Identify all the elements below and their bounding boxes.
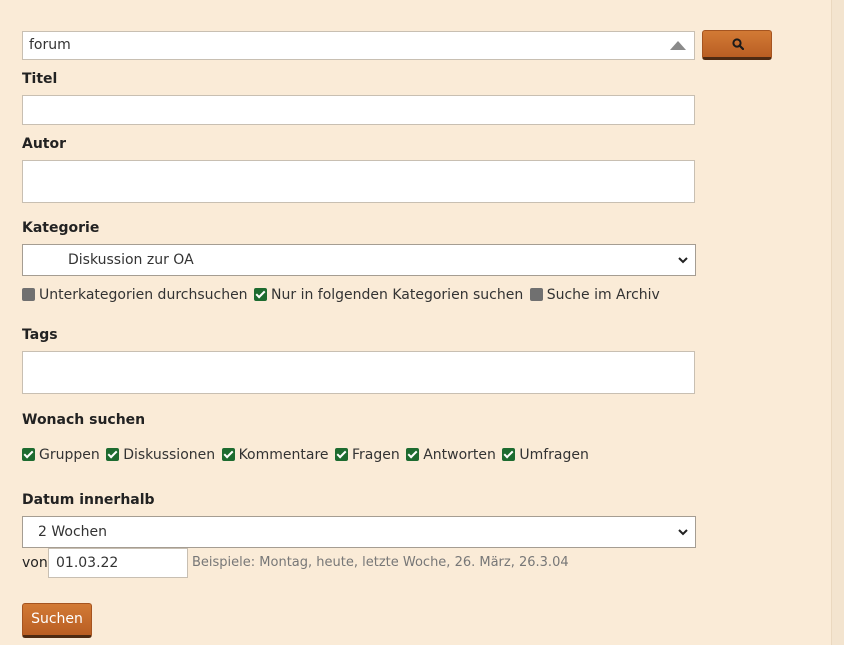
chevron-down-icon (678, 257, 688, 264)
category-options: Unterkategorien durchsuchen Nur in folge… (22, 287, 662, 303)
date-hint: Beispiele: Montag, heute, letzte Woche, … (192, 555, 569, 570)
date-label: Datum innerhalb (22, 492, 155, 508)
category-select-value: Diskussion zur OA (68, 252, 194, 268)
checkbox-polls[interactable]: Umfragen (502, 447, 589, 463)
checkbox-label: Diskussionen (123, 447, 216, 463)
checkbox-box[interactable] (529, 288, 543, 301)
from-date-input[interactable]: 01.03.22 (48, 548, 188, 578)
checkbox-label: Suche im Archiv (546, 287, 660, 303)
checkbox-box[interactable] (221, 448, 235, 461)
page-right-edge (831, 0, 844, 645)
checkbox-questions[interactable]: Fragen (334, 447, 400, 463)
author-input[interactable] (22, 160, 695, 203)
checkbox-groups[interactable]: Gruppen (22, 447, 100, 463)
tags-input[interactable] (22, 351, 695, 394)
search-type-options: Gruppen Diskussionen Kommentare Fragen A… (22, 447, 591, 463)
category-label: Kategorie (22, 220, 100, 236)
from-label: von (22, 555, 48, 571)
checkbox-label: Kommentare (238, 447, 329, 463)
from-date-value: 01.03.22 (56, 555, 119, 571)
date-range-select[interactable]: 2 Wochen (22, 516, 696, 548)
title-input[interactable] (22, 95, 695, 125)
search-type-label: Wonach suchen (22, 412, 146, 428)
category-select[interactable]: Diskussion zur OA (22, 244, 696, 276)
checkbox-comments[interactable]: Kommentare (221, 447, 329, 463)
checkbox-box[interactable] (334, 448, 348, 461)
chevron-down-icon (678, 529, 688, 536)
date-range-value: 2 Wochen (38, 524, 108, 540)
checkbox-label: Gruppen (39, 447, 100, 463)
search-icon (732, 38, 744, 50)
checkbox-box[interactable] (22, 288, 35, 301)
checkbox-label: Unterkategorien durchsuchen (39, 287, 248, 303)
tags-label: Tags (22, 327, 58, 343)
checkbox-box[interactable] (22, 448, 35, 461)
search-button[interactable] (702, 30, 772, 60)
checkbox-discussions[interactable]: Diskussionen (106, 447, 215, 463)
search-input[interactable]: forum (22, 31, 695, 60)
checkbox-box[interactable] (406, 448, 420, 461)
author-label: Autor (22, 136, 67, 152)
checkbox-label: Fragen (351, 447, 400, 463)
checkbox-box[interactable] (502, 448, 516, 461)
collapse-arrow-icon[interactable] (670, 41, 686, 50)
checkbox-label: Nur in folgenden Kategorien suchen (271, 287, 524, 303)
checkbox-label: Umfragen (519, 447, 589, 463)
checkbox-archive[interactable]: Suche im Archiv (529, 287, 660, 303)
checkbox-label: Antworten (423, 447, 496, 463)
checkbox-only-categories[interactable]: Nur in folgenden Kategorien suchen (254, 287, 523, 303)
search-input-value: forum (29, 37, 71, 53)
checkbox-subcategories[interactable]: Unterkategorien durchsuchen (22, 287, 248, 303)
submit-button[interactable]: Suchen (22, 603, 92, 638)
title-label: Titel (22, 71, 58, 87)
checkbox-answers[interactable]: Antworten (406, 447, 496, 463)
checkbox-box[interactable] (254, 288, 268, 301)
checkbox-box[interactable] (106, 448, 120, 461)
